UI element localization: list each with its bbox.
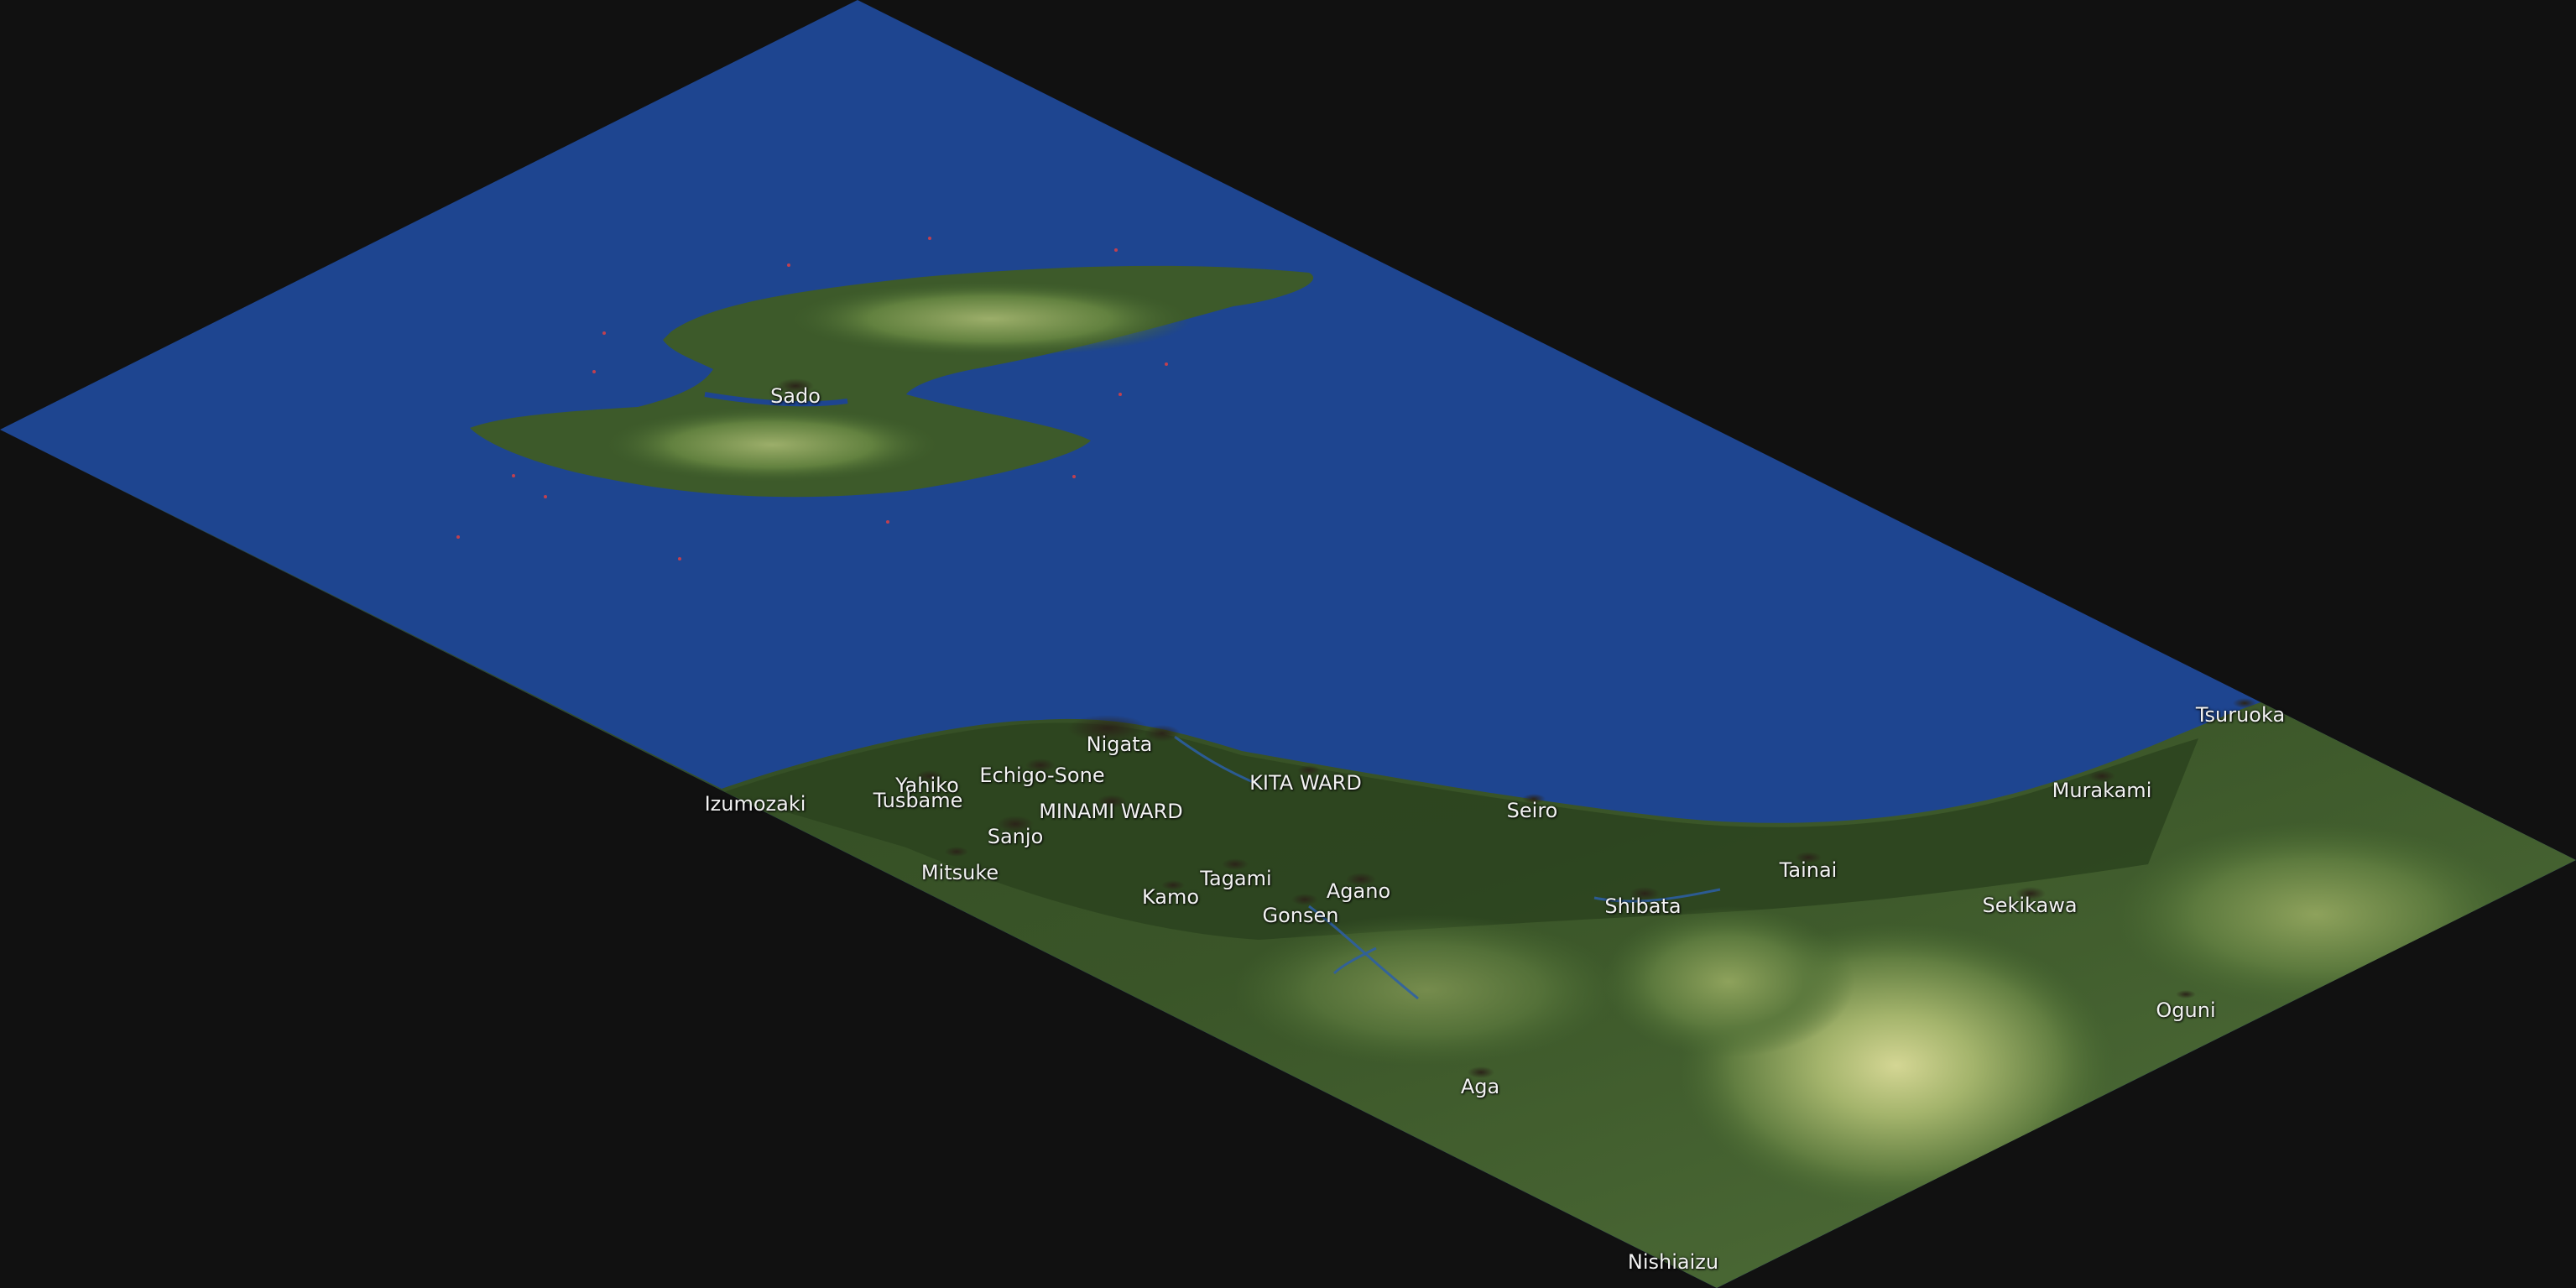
town-label-kamo[interactable]: Kamo	[1142, 887, 1199, 907]
town-label-murakami[interactable]: Murakami	[2052, 780, 2152, 800]
town-label-gonsen[interactable]: Gonsen	[1263, 905, 1339, 926]
town-label-tagami[interactable]: Tagami	[1200, 868, 1271, 889]
town-label-aga[interactable]: Aga	[1461, 1077, 1499, 1097]
town-label-tusbame[interactable]: Tusbame	[873, 790, 963, 811]
town-label-nishiaizu[interactable]: Nishiaizu	[1628, 1252, 1718, 1272]
town-label-tainai[interactable]: Tainai	[1780, 860, 1838, 880]
mountains-north	[1603, 906, 1854, 1057]
town-label-sanjo[interactable]: Sanjo	[988, 827, 1044, 847]
town-label-minami-ward[interactable]: MINAMI WARD	[1039, 801, 1183, 821]
terrain-map[interactable]	[0, 0, 2576, 1288]
sea	[0, 0, 2576, 1288]
town-label-nigata[interactable]: Nigata	[1087, 734, 1153, 754]
map-viewport[interactable]: Sado Nigata Echigo-Sone Yahiko Tusbame I…	[0, 0, 2576, 1288]
town-label-sado[interactable]: Sado	[770, 386, 821, 406]
hills-south	[1233, 915, 1619, 1066]
town-label-echigo-sone[interactable]: Echigo-Sone	[979, 765, 1104, 785]
sado-south-ridge	[604, 407, 940, 482]
town-label-oguni[interactable]: Oguni	[2156, 1000, 2215, 1020]
town-label-tsuruoka[interactable]: Tsuruoka	[2196, 705, 2285, 725]
mountains-east	[2115, 822, 2517, 1007]
town-label-sekikawa[interactable]: Sekikawa	[1982, 895, 2077, 915]
town-label-kita-ward[interactable]: KITA WARD	[1249, 773, 1362, 793]
town-label-agano[interactable]: Agano	[1327, 881, 1390, 901]
town-label-mitsuke[interactable]: Mitsuke	[921, 863, 999, 883]
town-label-seiro[interactable]: Seiro	[1507, 800, 1558, 821]
sado-north-ridge	[789, 281, 1192, 357]
town-label-izumozaki[interactable]: Izumozaki	[705, 794, 806, 814]
town-label-shibata[interactable]: Shibata	[1604, 896, 1681, 916]
